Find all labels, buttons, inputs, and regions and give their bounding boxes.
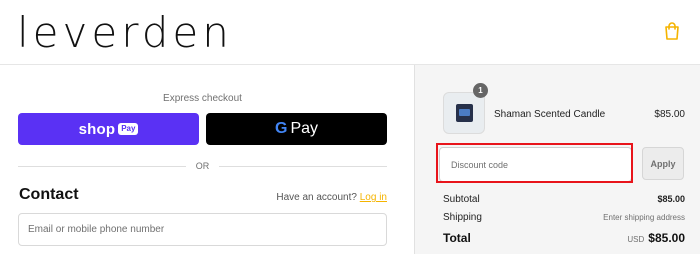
discount-code-input[interactable] — [439, 147, 632, 182]
account-prompt-text: Have an account? — [276, 192, 357, 203]
total-amount: $85.00 — [648, 231, 685, 245]
product-thumbnail — [443, 92, 485, 134]
login-link[interactable]: Log in — [360, 192, 387, 203]
quantity-badge: 1 — [473, 83, 488, 98]
shop-pay-badge: Pay — [118, 123, 139, 135]
header: leverden — [0, 0, 700, 65]
subtotal-label: Subtotal — [443, 194, 480, 205]
shop-pay-button[interactable]: shop Pay — [18, 113, 199, 145]
google-pay-button[interactable]: G Pay — [206, 113, 387, 145]
candle-label-image — [459, 109, 470, 116]
subtotal-value: $85.00 — [657, 194, 685, 204]
google-g-icon: G — [274, 120, 288, 137]
product-name: Shaman Scented Candle — [494, 109, 606, 120]
account-prompt: Have an account? Log in — [276, 192, 387, 203]
total-currency: USD — [627, 235, 645, 244]
shopping-bag-icon[interactable] — [664, 22, 680, 40]
or-divider: OR — [18, 159, 387, 173]
email-or-phone-input[interactable] — [18, 213, 387, 246]
divider-line-right — [219, 166, 387, 167]
product-price: $85.00 — [654, 109, 685, 120]
order-summary: 1 Shaman Scented Candle $85.00 Apply Sub… — [414, 65, 700, 254]
google-pay-text: Pay — [290, 120, 319, 137]
express-checkout-label: Express checkout — [163, 93, 242, 104]
shipping-value: Enter shipping address — [603, 213, 685, 222]
contact-heading: Contact — [19, 186, 79, 203]
brand-logo[interactable]: leverden — [17, 8, 233, 58]
total-label: Total — [443, 231, 471, 245]
shop-pay-shop-text: shop — [78, 120, 116, 138]
total-value-group: USD $85.00 — [627, 231, 685, 245]
shipping-label: Shipping — [443, 212, 482, 223]
apply-discount-button[interactable]: Apply — [642, 147, 684, 180]
checkout-main: Express checkout shop Pay G Pay OR Conta… — [0, 65, 414, 254]
